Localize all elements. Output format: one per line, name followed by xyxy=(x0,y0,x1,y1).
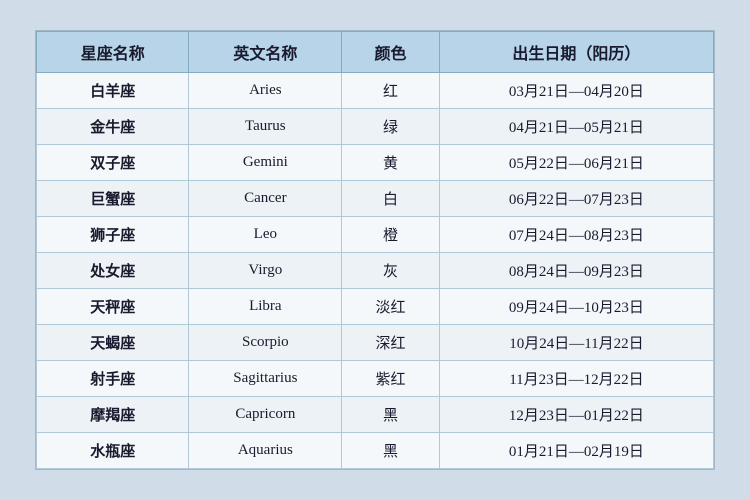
cell-chinese-name: 双子座 xyxy=(37,145,189,181)
cell-color: 绿 xyxy=(342,109,440,145)
cell-english-name: Gemini xyxy=(189,145,342,181)
col-header-english: 英文名称 xyxy=(189,32,342,73)
cell-chinese-name: 狮子座 xyxy=(37,217,189,253)
table-row: 射手座Sagittarius紫红11月23日—12月22日 xyxy=(37,361,714,397)
cell-chinese-name: 巨蟹座 xyxy=(37,181,189,217)
cell-english-name: Scorpio xyxy=(189,325,342,361)
zodiac-table-container: 星座名称 英文名称 颜色 出生日期（阳历） 白羊座Aries红03月21日—04… xyxy=(35,30,715,470)
col-header-chinese: 星座名称 xyxy=(37,32,189,73)
table-row: 天秤座Libra淡红09月24日—10月23日 xyxy=(37,289,714,325)
cell-date: 05月22日—06月21日 xyxy=(439,145,713,181)
cell-date: 08月24日—09月23日 xyxy=(439,253,713,289)
cell-date: 11月23日—12月22日 xyxy=(439,361,713,397)
cell-english-name: Aquarius xyxy=(189,433,342,469)
cell-chinese-name: 摩羯座 xyxy=(37,397,189,433)
cell-date: 12月23日—01月22日 xyxy=(439,397,713,433)
cell-chinese-name: 射手座 xyxy=(37,361,189,397)
cell-chinese-name: 金牛座 xyxy=(37,109,189,145)
cell-color: 黄 xyxy=(342,145,440,181)
cell-color: 橙 xyxy=(342,217,440,253)
cell-english-name: Virgo xyxy=(189,253,342,289)
table-row: 狮子座Leo橙07月24日—08月23日 xyxy=(37,217,714,253)
cell-english-name: Libra xyxy=(189,289,342,325)
zodiac-table: 星座名称 英文名称 颜色 出生日期（阳历） 白羊座Aries红03月21日—04… xyxy=(36,31,714,469)
cell-english-name: Aries xyxy=(189,73,342,109)
cell-date: 10月24日—11月22日 xyxy=(439,325,713,361)
table-row: 摩羯座Capricorn黑12月23日—01月22日 xyxy=(37,397,714,433)
cell-date: 01月21日—02月19日 xyxy=(439,433,713,469)
table-row: 双子座Gemini黄05月22日—06月21日 xyxy=(37,145,714,181)
table-row: 白羊座Aries红03月21日—04月20日 xyxy=(37,73,714,109)
cell-chinese-name: 水瓶座 xyxy=(37,433,189,469)
cell-chinese-name: 白羊座 xyxy=(37,73,189,109)
table-row: 巨蟹座Cancer白06月22日—07月23日 xyxy=(37,181,714,217)
cell-color: 淡红 xyxy=(342,289,440,325)
cell-color: 白 xyxy=(342,181,440,217)
table-header-row: 星座名称 英文名称 颜色 出生日期（阳历） xyxy=(37,32,714,73)
cell-date: 03月21日—04月20日 xyxy=(439,73,713,109)
cell-date: 07月24日—08月23日 xyxy=(439,217,713,253)
cell-color: 深红 xyxy=(342,325,440,361)
cell-color: 黑 xyxy=(342,397,440,433)
table-row: 处女座Virgo灰08月24日—09月23日 xyxy=(37,253,714,289)
cell-color: 红 xyxy=(342,73,440,109)
cell-color: 紫红 xyxy=(342,361,440,397)
cell-english-name: Capricorn xyxy=(189,397,342,433)
col-header-color: 颜色 xyxy=(342,32,440,73)
table-row: 金牛座Taurus绿04月21日—05月21日 xyxy=(37,109,714,145)
cell-chinese-name: 天秤座 xyxy=(37,289,189,325)
cell-english-name: Sagittarius xyxy=(189,361,342,397)
cell-date: 04月21日—05月21日 xyxy=(439,109,713,145)
cell-chinese-name: 处女座 xyxy=(37,253,189,289)
cell-color: 灰 xyxy=(342,253,440,289)
cell-date: 09月24日—10月23日 xyxy=(439,289,713,325)
table-body: 白羊座Aries红03月21日—04月20日金牛座Taurus绿04月21日—0… xyxy=(37,73,714,469)
cell-chinese-name: 天蝎座 xyxy=(37,325,189,361)
cell-english-name: Cancer xyxy=(189,181,342,217)
cell-english-name: Leo xyxy=(189,217,342,253)
cell-date: 06月22日—07月23日 xyxy=(439,181,713,217)
table-row: 水瓶座Aquarius黑01月21日—02月19日 xyxy=(37,433,714,469)
cell-english-name: Taurus xyxy=(189,109,342,145)
cell-color: 黑 xyxy=(342,433,440,469)
col-header-date: 出生日期（阳历） xyxy=(439,32,713,73)
table-row: 天蝎座Scorpio深红10月24日—11月22日 xyxy=(37,325,714,361)
